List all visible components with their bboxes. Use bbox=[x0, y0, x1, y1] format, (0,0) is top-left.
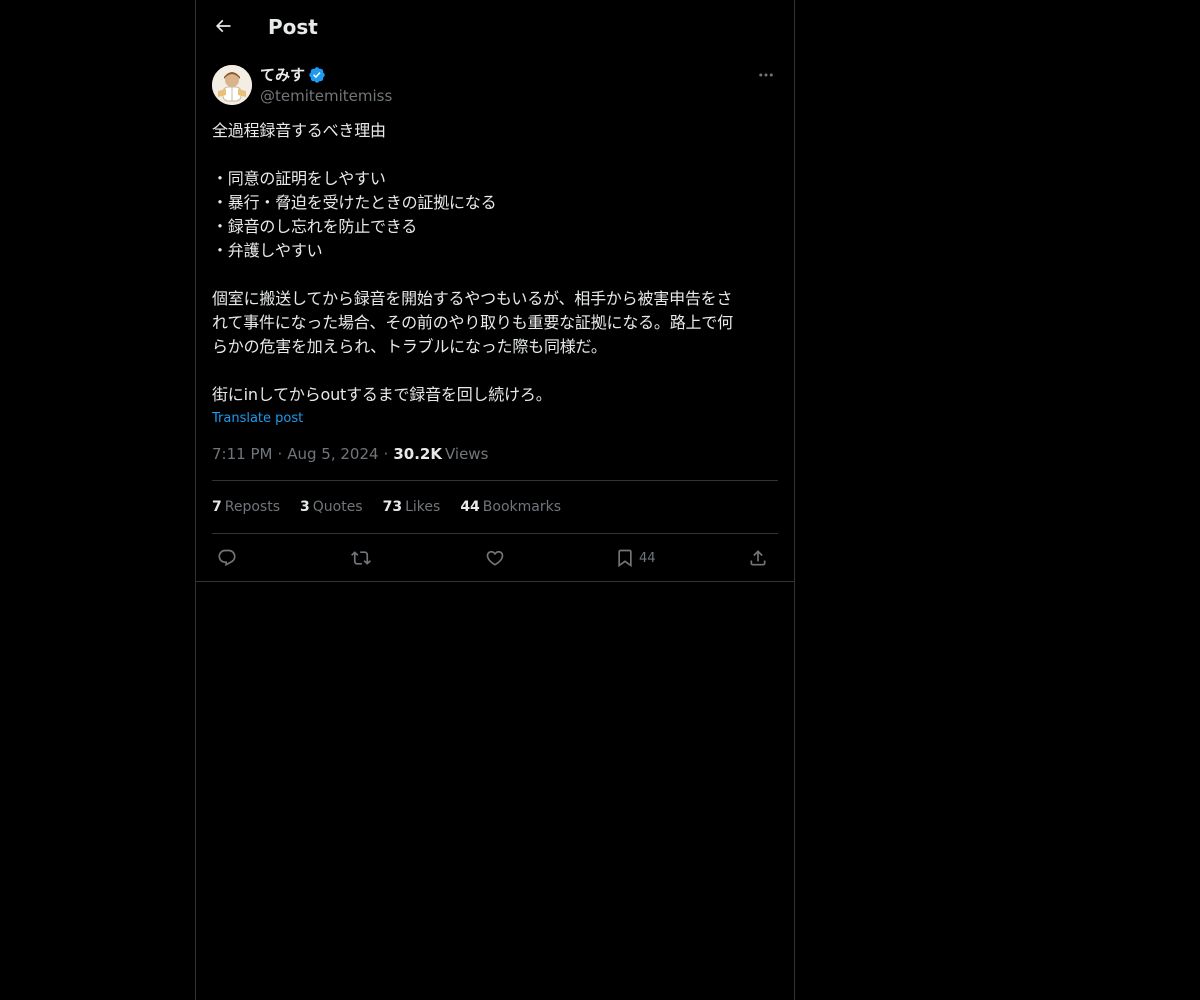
like-button[interactable] bbox=[485, 544, 505, 572]
post-text-line: 街にinしてからoutするまで録音を回し続けろ。 bbox=[212, 385, 552, 404]
arrow-left-icon bbox=[215, 19, 231, 33]
verified-badge-icon[interactable] bbox=[308, 66, 326, 84]
post-text-line bbox=[212, 143, 778, 167]
divider bbox=[196, 581, 794, 582]
post-time[interactable]: 7:11 PM bbox=[212, 444, 272, 464]
views-label: Views bbox=[444, 445, 489, 463]
bookmark-count: 44 bbox=[639, 550, 656, 566]
reposts-label: Reposts bbox=[224, 499, 280, 515]
post-text-line: れて事件になった場合、その前のやり取りも重要な証拠になる。路上で何 bbox=[212, 313, 733, 332]
repost-icon bbox=[351, 551, 371, 565]
avatar[interactable] bbox=[212, 65, 252, 105]
views-count: 30.2K bbox=[393, 445, 442, 463]
post-stats: 7 Reposts 3 Quotes 73 Likes 44 Bookmarks bbox=[212, 497, 581, 517]
bookmarks-count: 44 bbox=[460, 499, 480, 515]
post-text-line bbox=[212, 263, 778, 287]
likes-stat[interactable]: 73 Likes bbox=[383, 497, 441, 517]
reposts-count: 7 bbox=[212, 499, 222, 515]
post-date[interactable]: Aug 5, 2024 bbox=[287, 444, 378, 464]
translate-post-link[interactable]: Translate post bbox=[212, 410, 303, 428]
post-text-line: ・弁護しやすい bbox=[212, 241, 323, 260]
divider bbox=[212, 533, 778, 534]
post-text-line: 個室に搬送してから録音を開始するやつもいるが、相手から被害申告をさ bbox=[212, 289, 733, 308]
likes-label: Likes bbox=[405, 499, 441, 515]
post-column: Post てみす @temitemitemiss 全過程録音するべき理由 ・同意… bbox=[195, 0, 795, 1000]
post-text-line: 全過程録音するべき理由 bbox=[212, 121, 386, 140]
heart-icon bbox=[486, 550, 504, 566]
post-text-line bbox=[212, 359, 778, 383]
quotes-stat[interactable]: 3 Quotes bbox=[300, 497, 363, 517]
more-options-button[interactable] bbox=[754, 65, 778, 85]
meta-separator: · bbox=[277, 445, 283, 463]
post-text-line: ・録音のし忘れを防止できる bbox=[212, 217, 418, 236]
meta-separator: · bbox=[383, 445, 389, 463]
post-author: てみす @temitemitemiss bbox=[212, 65, 778, 107]
post-actions: 44 bbox=[212, 544, 778, 572]
display-name[interactable]: てみす bbox=[260, 65, 305, 85]
name-row: てみす bbox=[260, 65, 326, 85]
post-header: Post bbox=[196, 0, 794, 53]
quotes-label: Quotes bbox=[312, 499, 363, 515]
bookmarks-stat[interactable]: 44 Bookmarks bbox=[460, 497, 561, 517]
post-text: 全過程録音するべき理由 ・同意の証明をしやすい ・暴行・脅迫を受けたときの証拠に… bbox=[212, 119, 778, 407]
repost-button[interactable] bbox=[351, 544, 371, 572]
reply-button[interactable] bbox=[217, 544, 237, 572]
likes-count: 73 bbox=[382, 499, 403, 515]
reply-icon bbox=[218, 549, 236, 567]
post-text-line: ・暴行・脅迫を受けたときの証拠になる bbox=[212, 193, 497, 212]
user-handle[interactable]: @temitemitemiss bbox=[260, 86, 392, 106]
bookmarks-label: Bookmarks bbox=[482, 499, 562, 515]
page-title: Post bbox=[268, 15, 318, 39]
back-button[interactable] bbox=[208, 11, 238, 41]
post-text-line: らかの危害を加えられ、トラブルになった際も同様だ。 bbox=[212, 337, 607, 356]
share-button[interactable] bbox=[748, 544, 768, 572]
reposts-stat[interactable]: 7 Reposts bbox=[212, 497, 280, 517]
post-text-line: ・同意の証明をしやすい bbox=[212, 169, 386, 188]
more-dots-icon bbox=[759, 73, 773, 77]
avatar-illustration-icon bbox=[212, 65, 252, 105]
bookmark-button[interactable]: 44 bbox=[615, 544, 656, 572]
divider bbox=[212, 480, 778, 481]
quotes-count: 3 bbox=[300, 499, 310, 515]
bookmark-icon bbox=[618, 549, 632, 568]
share-icon bbox=[750, 550, 766, 566]
post-meta: 7:11 PM · Aug 5, 2024 · 30.2K Views bbox=[212, 444, 488, 464]
